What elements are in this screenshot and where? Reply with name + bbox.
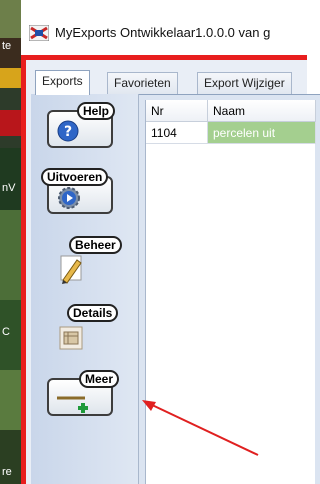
question-icon: ? [57,120,79,142]
tab-exports[interactable]: Exports [35,70,90,95]
window-title: MyExports Ontwikkelaar1.0.0.0 van g [55,25,271,40]
desktop-label-1: te [2,40,12,52]
document-details-icon [59,326,83,350]
desktop-label-3: C [2,326,10,338]
cell-naam[interactable]: percelen uit [208,122,316,144]
run-button-label: Uitvoeren [41,168,109,186]
title-bar[interactable]: MyExports Ontwikkelaar1.0.0.0 van g [21,0,307,46]
run-button[interactable]: Uitvoeren [41,168,113,214]
grid-header: Nr Naam [146,100,316,122]
desktop-background: te nV C re [0,0,21,484]
desktop-label-2: nV [2,182,16,194]
column-header-naam[interactable]: Naam [208,100,316,122]
app-window: MyExports Ontwikkelaar1.0.0.0 van g Expo… [21,0,320,484]
desktop-label-4: re [2,466,12,478]
manage-button[interactable]: Beheer [47,236,122,284]
more-button-label: Meer [79,370,120,388]
help-button[interactable]: Help ? [47,102,116,148]
details-button[interactable]: Details [47,304,119,350]
pencil-paper-icon [60,255,82,284]
highlight-frame: Exports Favorieten Export Wijziger Help … [21,55,320,484]
svg-text:?: ? [64,124,72,140]
more-button[interactable]: Meer [47,370,120,416]
gear-play-icon [58,187,80,209]
exports-grid[interactable]: Nr Naam 1104 percelen uit [145,100,316,484]
tab-favorieten[interactable]: Favorieten [107,72,178,94]
manage-button-label: Beheer [69,236,122,254]
table-row[interactable]: 1104 percelen uit [146,122,316,144]
column-header-nr[interactable]: Nr [146,100,208,122]
cell-nr[interactable]: 1104 [146,122,208,144]
myexports-app-icon [29,25,49,41]
tab-export-wijziger[interactable]: Export Wijziger [197,72,292,94]
plus-minus-icon [57,396,88,413]
details-button-label: Details [67,304,119,322]
action-toolbar: Help ? Uitvoeren Beheer Details Meer [31,94,139,484]
help-button-label: Help [77,102,116,120]
